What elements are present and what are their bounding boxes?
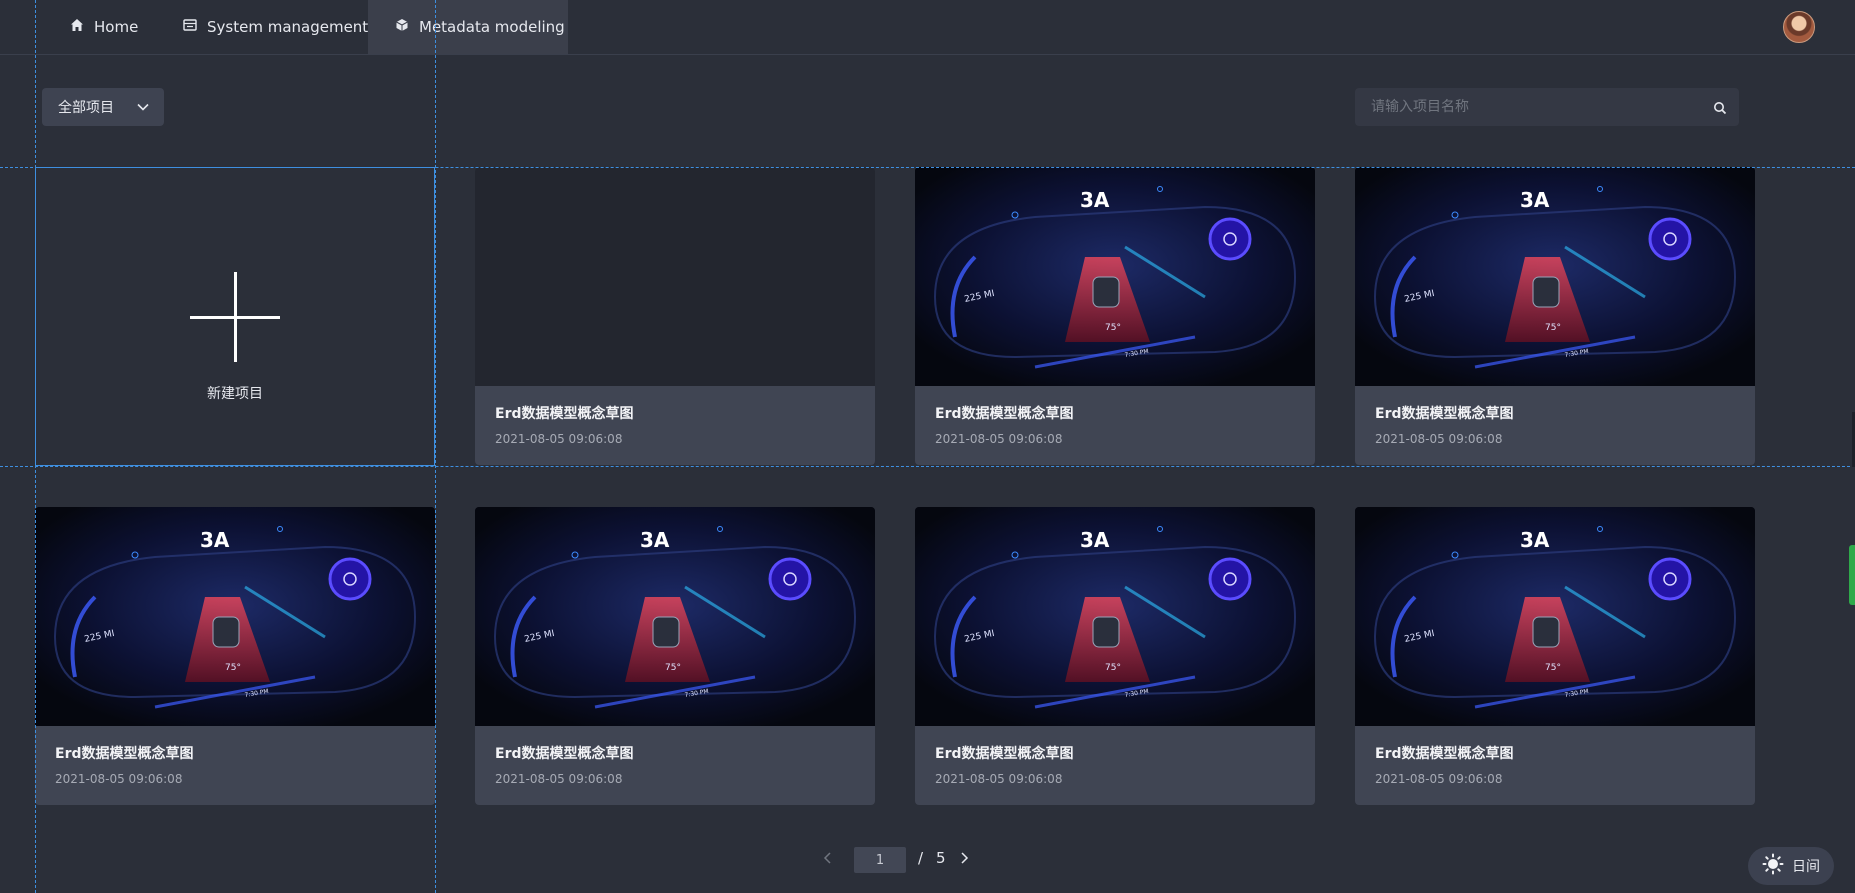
page-separator: / [918, 849, 924, 867]
project-thumbnail: 3A 225 MI 75° 7:30 PM [475, 507, 875, 726]
project-title: Erd数据模型概念草图 [1375, 746, 1514, 762]
search-box [1355, 88, 1739, 126]
nav-system-label: System management [207, 18, 369, 36]
project-title: Erd数据模型概念草图 [1375, 406, 1514, 422]
nav-home-label: Home [94, 18, 139, 36]
project-date: 2021-08-05 09:06:08 [495, 432, 623, 446]
project-card[interactable]: 3A 225 MI 75° 7:30 PM Erd数据模型概念草图 2021-08-0… [1355, 167, 1755, 465]
search-input[interactable] [1355, 88, 1695, 126]
guide-line [0, 466, 1855, 467]
svg-text:75°: 75° [225, 663, 241, 673]
project-card[interactable]: 3A 225 MI 75° 7:30 PM Erd数据模型概念草图 2021-08-0… [35, 507, 435, 805]
project-card[interactable]: Erd数据模型概念草图 2021-08-05 09:06:08 [475, 167, 875, 465]
svg-text:75°: 75° [665, 663, 681, 673]
svg-text:75°: 75° [1105, 323, 1121, 333]
table-icon [183, 18, 197, 36]
svg-text:75°: 75° [1545, 323, 1561, 333]
top-navigation: Home System management Metadata modeling [0, 0, 1855, 55]
project-thumbnail: 3A 225 MI 75° 7:30 PM [1355, 167, 1755, 386]
project-title: Erd数据模型概念草图 [935, 746, 1074, 762]
avatar[interactable] [1783, 11, 1815, 43]
guide-line [435, 0, 436, 893]
chevron-down-icon [136, 100, 150, 118]
svg-text:75°: 75° [1105, 663, 1121, 673]
page-number-input[interactable] [854, 847, 906, 873]
nav-system-management[interactable]: System management [183, 0, 368, 54]
project-thumbnail: 3A 225 MI 75° 7:30 PM [915, 167, 1315, 386]
nav-home[interactable]: Home [70, 0, 138, 54]
project-card[interactable]: 3A 225 MI 75° 7:30 PM Erd数据模型概念草图 2021-08-0… [915, 167, 1315, 465]
previous-page-icon[interactable] [822, 850, 834, 869]
guide-line [35, 0, 36, 893]
project-thumbnail-empty [475, 167, 875, 386]
sun-icon [1762, 853, 1784, 879]
project-title: Erd数据模型概念草图 [935, 406, 1074, 422]
guide-line [0, 167, 1855, 168]
project-card[interactable]: 3A 225 MI 75° 7:30 PM Erd数据模型概念草图 2021-08-0… [915, 507, 1315, 805]
new-project-card[interactable]: 新建项目 [35, 167, 435, 466]
theme-toggle-button[interactable]: 日间 [1748, 847, 1834, 885]
nav-metadata-modeling[interactable]: Metadata modeling [368, 0, 568, 54]
cube-icon [395, 18, 409, 36]
svg-text:3A: 3A [640, 528, 670, 552]
svg-text:3A: 3A [200, 528, 230, 552]
new-project-label: 新建项目 [207, 386, 263, 402]
page-total: 5 [936, 849, 946, 867]
search-icon[interactable] [1713, 100, 1727, 119]
theme-toggle-label: 日间 [1792, 859, 1820, 875]
project-card[interactable]: 3A 225 MI 75° 7:30 PM Erd数据模型概念草图 2021-08-0… [1355, 507, 1755, 805]
project-date: 2021-08-05 09:06:08 [935, 432, 1063, 446]
project-date: 2021-08-05 09:06:08 [935, 772, 1063, 786]
svg-text:3A: 3A [1080, 188, 1110, 212]
project-filter-dropdown[interactable]: 全部项目 [42, 88, 164, 126]
svg-text:3A: 3A [1520, 528, 1550, 552]
project-date: 2021-08-05 09:06:08 [1375, 772, 1503, 786]
project-date: 2021-08-05 09:06:08 [55, 772, 183, 786]
project-card[interactable]: 3A 225 MI 75° 7:30 PM Erd数据模型概念草图 2021-08-0… [475, 507, 875, 805]
project-title: Erd数据模型概念草图 [495, 746, 634, 762]
side-indicator[interactable] [1849, 545, 1855, 605]
project-title: Erd数据模型概念草图 [495, 406, 634, 422]
project-title: Erd数据模型概念草图 [55, 746, 194, 762]
svg-text:3A: 3A [1520, 188, 1550, 212]
project-thumbnail: 3A 225 MI 75° 7:30 PM [1355, 507, 1755, 726]
project-thumbnail: 3A 225 MI 75° 7:30 PM [915, 507, 1315, 726]
project-date: 2021-08-05 09:06:08 [495, 772, 623, 786]
project-thumbnail: 3A 225 MI 75° 7:30 PM [35, 507, 435, 726]
nav-metadata-label: Metadata modeling [419, 18, 565, 36]
project-date: 2021-08-05 09:06:08 [1375, 432, 1503, 446]
next-page-icon[interactable] [958, 850, 970, 869]
svg-text:75°: 75° [1545, 663, 1561, 673]
home-icon [70, 18, 84, 36]
dropdown-value: 全部项目 [58, 100, 114, 116]
svg-text:3A: 3A [1080, 528, 1110, 552]
